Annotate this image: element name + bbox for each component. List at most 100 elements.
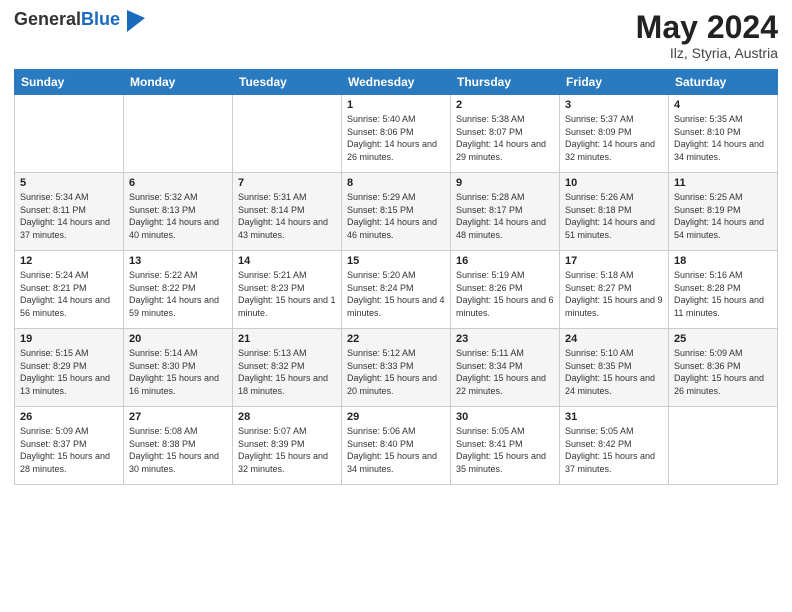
day-number: 4: [674, 99, 772, 111]
day-info: Sunrise: 5:10 AMSunset: 8:35 PMDaylight:…: [565, 347, 663, 397]
logo-general-text: General: [14, 9, 81, 29]
table-row: 21 Sunrise: 5:13 AMSunset: 8:32 PMDayligh…: [233, 329, 342, 407]
table-row: 8Sunrise: 5:29 AMSunset: 8:15 PMDaylight…: [342, 173, 451, 251]
day-number: 14: [238, 255, 336, 267]
day-number: 27: [129, 411, 227, 423]
day-info: Sunrise: 5:31 AMSunset: 8:14 PMDaylight:…: [238, 191, 336, 241]
day-info: Sunrise: 5:40 AMSunset: 8:06 PMDaylight:…: [347, 113, 445, 163]
day-number: 18: [674, 255, 772, 267]
day-number: 3: [565, 99, 663, 111]
header-wednesday: Wednesday: [342, 70, 451, 95]
day-info: Sunrise: 5:37 AMSunset: 8:09 PMDaylight:…: [565, 113, 663, 163]
table-row: 23 Sunrise: 5:11 AMSunset: 8:34 PMDayligh…: [451, 329, 560, 407]
table-row: 12 Sunrise: 5:24 AMSunset: 8:21 PMDayligh…: [15, 251, 124, 329]
table-row: 24 Sunrise: 5:10 AMSunset: 8:35 PMDayligh…: [560, 329, 669, 407]
title-block: May 2024 Ilz, Styria, Austria: [636, 10, 778, 61]
day-info: Sunrise: 5:21 AMSunset: 8:23 PMDaylight:…: [238, 269, 336, 319]
header-tuesday: Tuesday: [233, 70, 342, 95]
table-row: 2 Sunrise: 5:38 AMSunset: 8:07 PMDaylight…: [451, 95, 560, 173]
day-info: Sunrise: 5:38 AMSunset: 8:07 PMDaylight:…: [456, 113, 554, 163]
table-row: 6 Sunrise: 5:32 AMSunset: 8:13 PMDaylight…: [124, 173, 233, 251]
header-friday: Friday: [560, 70, 669, 95]
table-row: 30 Sunrise: 5:05 AMSunset: 8:41 PMDayligh…: [451, 407, 560, 485]
table-row: [15, 95, 124, 173]
day-info: Sunrise: 5:12 AMSunset: 8:33 PMDaylight:…: [347, 347, 445, 397]
day-number: 22: [347, 333, 445, 345]
calendar-week-row: 5 Sunrise: 5:34 AMSunset: 8:11 PMDaylight…: [15, 173, 778, 251]
day-number: 7: [238, 177, 336, 189]
day-info: Sunrise: 5:24 AMSunset: 8:21 PMDaylight:…: [20, 269, 118, 319]
table-row: 7 Sunrise: 5:31 AMSunset: 8:14 PMDaylight…: [233, 173, 342, 251]
header-saturday: Saturday: [669, 70, 778, 95]
day-number: 21: [238, 333, 336, 345]
day-info: Sunrise: 5:25 AMSunset: 8:19 PMDaylight:…: [674, 191, 772, 241]
day-info: Sunrise: 5:09 AMSunset: 8:37 PMDaylight:…: [20, 425, 118, 475]
day-number: 25: [674, 333, 772, 345]
month-year: May 2024: [636, 10, 778, 45]
table-row: 11Sunrise: 5:25 AMSunset: 8:19 PMDayligh…: [669, 173, 778, 251]
day-number: 5: [20, 177, 118, 189]
day-info: Sunrise: 5:28 AMSunset: 8:17 PMDaylight:…: [456, 191, 554, 241]
day-number: 10: [565, 177, 663, 189]
day-number: 19: [20, 333, 118, 345]
day-number: 15: [347, 255, 445, 267]
table-row: 31Sunrise: 5:05 AMSunset: 8:42 PMDayligh…: [560, 407, 669, 485]
table-row: [669, 407, 778, 485]
day-number: 28: [238, 411, 336, 423]
day-info: Sunrise: 5:07 AMSunset: 8:39 PMDaylight:…: [238, 425, 336, 475]
day-number: 30: [456, 411, 554, 423]
day-info: Sunrise: 5:05 AMSunset: 8:41 PMDaylight:…: [456, 425, 554, 475]
day-info: Sunrise: 5:11 AMSunset: 8:34 PMDaylight:…: [456, 347, 554, 397]
day-number: 23: [456, 333, 554, 345]
logo-blue-text: Blue: [81, 9, 120, 29]
table-row: 14 Sunrise: 5:21 AMSunset: 8:23 PMDayligh…: [233, 251, 342, 329]
table-row: [233, 95, 342, 173]
table-row: 4 Sunrise: 5:35 AMSunset: 8:10 PMDaylight…: [669, 95, 778, 173]
day-info: Sunrise: 5:18 AMSunset: 8:27 PMDaylight:…: [565, 269, 663, 319]
day-number: 20: [129, 333, 227, 345]
table-row: 3 Sunrise: 5:37 AMSunset: 8:09 PMDaylight…: [560, 95, 669, 173]
table-row: 18 Sunrise: 5:16 AMSunset: 8:28 PMDayligh…: [669, 251, 778, 329]
table-row: 19 Sunrise: 5:15 AMSunset: 8:29 PMDayligh…: [15, 329, 124, 407]
day-number: 8: [347, 177, 445, 189]
weekday-header-row: Sunday Monday Tuesday Wednesday Thursday…: [15, 70, 778, 95]
day-info: Sunrise: 5:34 AMSunset: 8:11 PMDaylight:…: [20, 191, 118, 241]
day-number: 13: [129, 255, 227, 267]
calendar-week-row: 26 Sunrise: 5:09 AMSunset: 8:37 PMDayligh…: [15, 407, 778, 485]
day-info: Sunrise: 5:22 AMSunset: 8:22 PMDaylight:…: [129, 269, 227, 319]
day-number: 29: [347, 411, 445, 423]
day-number: 16: [456, 255, 554, 267]
day-info: Sunrise: 5:15 AMSunset: 8:29 PMDaylight:…: [20, 347, 118, 397]
day-number: 26: [20, 411, 118, 423]
day-number: 9: [456, 177, 554, 189]
day-number: 17: [565, 255, 663, 267]
day-info: Sunrise: 5:16 AMSunset: 8:28 PMDaylight:…: [674, 269, 772, 319]
table-row: 1 Sunrise: 5:40 AMSunset: 8:06 PMDaylight…: [342, 95, 451, 173]
day-number: 1: [347, 99, 445, 111]
table-row: 5 Sunrise: 5:34 AMSunset: 8:11 PMDaylight…: [15, 173, 124, 251]
table-row: 22 Sunrise: 5:12 AMSunset: 8:33 PMDayligh…: [342, 329, 451, 407]
day-number: 12: [20, 255, 118, 267]
header: GeneralBlue May 2024 Ilz, Styria, Austri…: [14, 10, 778, 61]
logo-icon: [127, 10, 145, 32]
day-number: 24: [565, 333, 663, 345]
day-info: Sunrise: 5:26 AMSunset: 8:18 PMDaylight:…: [565, 191, 663, 241]
table-row: 9 Sunrise: 5:28 AMSunset: 8:17 PMDaylight…: [451, 173, 560, 251]
location: Ilz, Styria, Austria: [636, 45, 778, 61]
day-info: Sunrise: 5:35 AMSunset: 8:10 PMDaylight:…: [674, 113, 772, 163]
day-info: Sunrise: 5:14 AMSunset: 8:30 PMDaylight:…: [129, 347, 227, 397]
day-info: Sunrise: 5:06 AMSunset: 8:40 PMDaylight:…: [347, 425, 445, 475]
day-info: Sunrise: 5:13 AMSunset: 8:32 PMDaylight:…: [238, 347, 336, 397]
day-info: Sunrise: 5:05 AMSunset: 8:42 PMDaylight:…: [565, 425, 663, 475]
day-number: 6: [129, 177, 227, 189]
calendar-week-row: 19 Sunrise: 5:15 AMSunset: 8:29 PMDayligh…: [15, 329, 778, 407]
calendar-week-row: 12 Sunrise: 5:24 AMSunset: 8:21 PMDayligh…: [15, 251, 778, 329]
day-info: Sunrise: 5:09 AMSunset: 8:36 PMDaylight:…: [674, 347, 772, 397]
day-number: 2: [456, 99, 554, 111]
day-info: Sunrise: 5:19 AMSunset: 8:26 PMDaylight:…: [456, 269, 554, 319]
day-info: Sunrise: 5:20 AMSunset: 8:24 PMDaylight:…: [347, 269, 445, 319]
table-row: 16 Sunrise: 5:19 AMSunset: 8:26 PMDayligh…: [451, 251, 560, 329]
day-info: Sunrise: 5:32 AMSunset: 8:13 PMDaylight:…: [129, 191, 227, 241]
header-sunday: Sunday: [15, 70, 124, 95]
table-row: 17 Sunrise: 5:18 AMSunset: 8:27 PMDayligh…: [560, 251, 669, 329]
